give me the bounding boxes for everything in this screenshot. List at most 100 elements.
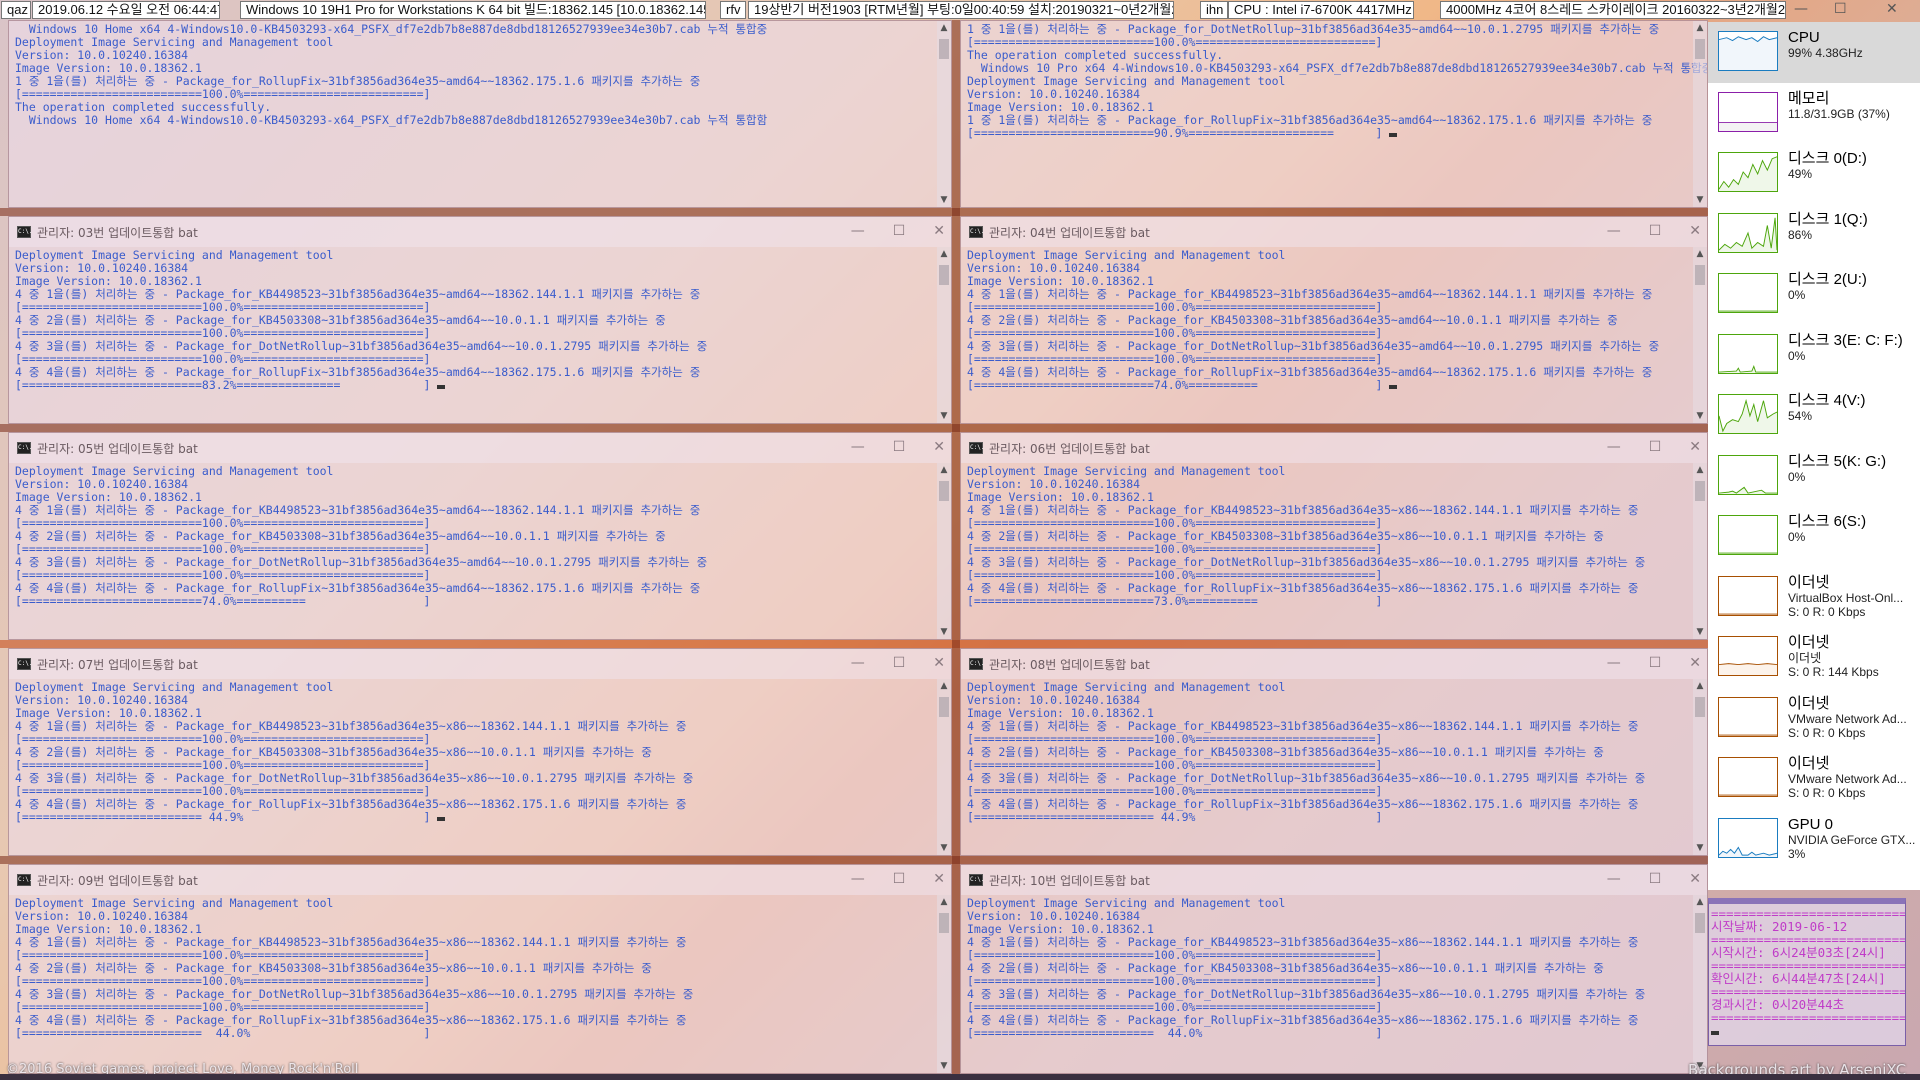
console-titlebar[interactable]: C:\. 관리자: 05번 업데이트통합 bat — ☐ ✕ — [9, 433, 951, 463]
console-line: [========================== 44.9% ] — [967, 810, 1383, 824]
vertical-scrollbar[interactable]: ▲ ▼ — [1693, 895, 1707, 1073]
minimize-button[interactable]: — — [851, 223, 865, 239]
console-titlebar[interactable]: C:\. 관리자: 03번 업데이트통합 bat — ☐ ✕ — [9, 217, 951, 247]
close-button[interactable]: ✕ — [933, 439, 945, 455]
close-button[interactable]: ✕ — [1689, 439, 1701, 455]
scroll-up-arrow-icon[interactable]: ▲ — [1693, 897, 1707, 907]
scroll-down-arrow-icon[interactable]: ▼ — [1693, 195, 1707, 205]
vertical-scrollbar[interactable]: ▲ ▼ — [937, 679, 951, 855]
scrollbar-thumb[interactable] — [939, 697, 949, 717]
maximize-button[interactable]: ☐ — [1649, 871, 1662, 887]
close-button[interactable]: ✕ — [1689, 655, 1701, 671]
scroll-down-arrow-icon[interactable]: ▼ — [937, 627, 951, 637]
console-titlebar[interactable]: C:\. 관리자: 07번 업데이트통합 bat — ☐ ✕ — [9, 649, 951, 679]
maximize-button[interactable]: ☐ — [1649, 439, 1662, 455]
perf-item[interactable]: 이더넷 VMware Network Ad... S: 0 R: 0 Kbps — [1708, 688, 1920, 749]
console-window[interactable]: C:\. 관리자: 07번 업데이트통합 bat — ☐ ✕ Deploymen… — [8, 648, 952, 856]
vertical-scrollbar[interactable]: ▲ ▼ — [1693, 21, 1707, 207]
scroll-up-arrow-icon[interactable]: ▲ — [1693, 465, 1707, 475]
console-window[interactable]: C:\. 관리자: 04번 업데이트통합 bat — ☐ ✕ Deploymen… — [960, 216, 1708, 424]
perf-item[interactable]: 디스크 5(K: G:) 0% — [1708, 446, 1920, 507]
scrollbar-thumb[interactable] — [939, 481, 949, 501]
vertical-scrollbar[interactable]: ▲ ▼ — [1693, 463, 1707, 639]
maximize-button[interactable]: ☐ — [1649, 223, 1662, 239]
console-window[interactable]: Windows 10 Home x64 4-Windows10.0-KB4503… — [8, 20, 952, 208]
console-window[interactable]: C:\. 관리자: 03번 업데이트통합 bat — ☐ ✕ Deploymen… — [8, 216, 952, 424]
scroll-up-arrow-icon[interactable]: ▲ — [1693, 681, 1707, 691]
console-window[interactable]: C:\. 관리자: 05번 업데이트통합 bat — ☐ ✕ Deploymen… — [8, 432, 952, 640]
vertical-scrollbar[interactable]: ▲ ▼ — [1693, 247, 1707, 423]
perf-item[interactable]: 디스크 1(Q:) 86% — [1708, 204, 1920, 265]
scrollbar-thumb[interactable] — [1695, 913, 1705, 933]
usage-graph — [1718, 31, 1778, 71]
perf-item[interactable]: 디스크 6(S:) 0% — [1708, 506, 1920, 567]
console-titlebar[interactable]: C:\. 관리자: 10번 업데이트통합 bat — ☐ ✕ — [961, 865, 1707, 895]
scrollbar-thumb[interactable] — [1695, 697, 1705, 717]
minimize-button[interactable]: — — [1607, 223, 1621, 239]
scroll-up-arrow-icon[interactable]: ▲ — [1693, 249, 1707, 259]
maximize-button[interactable]: ☐ — [893, 871, 906, 887]
close-button[interactable]: ✕ — [933, 871, 945, 887]
console-window[interactable]: C:\. 관리자: 09번 업데이트통합 bat — ☐ ✕ Deploymen… — [8, 864, 952, 1074]
scroll-up-arrow-icon[interactable]: ▲ — [937, 249, 951, 259]
scroll-up-arrow-icon[interactable]: ▲ — [937, 897, 951, 907]
scroll-down-arrow-icon[interactable]: ▼ — [937, 195, 951, 205]
console-window[interactable]: C:\. 관리자: 10번 업데이트통합 bat — ☐ ✕ Deploymen… — [960, 864, 1708, 1074]
close-button[interactable]: ✕ — [933, 655, 945, 671]
maximize-button[interactable]: ☐ — [893, 655, 906, 671]
console-titlebar[interactable]: C:\. 관리자: 09번 업데이트통합 bat — ☐ ✕ — [9, 865, 951, 895]
minimize-button[interactable]: — — [1607, 655, 1621, 671]
console-window[interactable]: C:\. 관리자: 08번 업데이트통합 bat — ☐ ✕ Deploymen… — [960, 648, 1708, 856]
perf-item[interactable]: 이더넷 이더넷 S: 0 R: 144 Kbps — [1708, 627, 1920, 688]
scroll-up-arrow-icon[interactable]: ▲ — [937, 681, 951, 691]
perf-item[interactable]: 이더넷 VirtualBox Host-Onl... S: 0 R: 0 Kbp… — [1708, 567, 1920, 628]
scroll-down-arrow-icon[interactable]: ▼ — [1693, 843, 1707, 853]
minimize-button[interactable]: — — [1607, 439, 1621, 455]
perf-item[interactable]: 디스크 2(U:) 0% — [1708, 264, 1920, 325]
scroll-down-arrow-icon[interactable]: ▼ — [1693, 627, 1707, 637]
vertical-scrollbar[interactable]: ▲ ▼ — [937, 463, 951, 639]
maximize-button[interactable]: ☐ — [893, 223, 906, 239]
console-titlebar[interactable]: C:\. 관리자: 08번 업데이트통합 bat — ☐ ✕ — [961, 649, 1707, 679]
vertical-scrollbar[interactable]: ▲ ▼ — [937, 247, 951, 423]
perf-item[interactable]: 디스크 0(D:) 49% — [1708, 143, 1920, 204]
console-window[interactable]: C:\. 관리자: 06번 업데이트통합 bat — ☐ ✕ Deploymen… — [960, 432, 1708, 640]
scroll-up-arrow-icon[interactable]: ▲ — [937, 23, 951, 33]
maximize-button[interactable]: ☐ — [893, 439, 906, 455]
console-titlebar[interactable]: C:\. 관리자: 06번 업데이트통합 bat — ☐ ✕ — [961, 433, 1707, 463]
minimize-button[interactable]: — — [1607, 871, 1621, 887]
scroll-down-arrow-icon[interactable]: ▼ — [937, 1061, 951, 1071]
minimize-button[interactable]: — — [851, 871, 865, 887]
scrollbar-thumb[interactable] — [1695, 481, 1705, 501]
minimize-button[interactable]: — — [851, 655, 865, 671]
perf-item[interactable]: 메모리 11.8/31.9GB (37%) — [1708, 83, 1920, 144]
scrollbar-thumb[interactable] — [1695, 265, 1705, 285]
scrollbar-thumb[interactable] — [939, 265, 949, 285]
scroll-down-arrow-icon[interactable]: ▼ — [937, 843, 951, 853]
scrollbar-thumb[interactable] — [1695, 39, 1705, 59]
close-button[interactable]: ✕ — [1886, 1, 1898, 17]
minimize-button[interactable]: — — [851, 439, 865, 455]
scroll-up-arrow-icon[interactable]: ▲ — [1693, 23, 1707, 33]
perf-item[interactable]: 이더넷 VMware Network Ad... S: 0 R: 0 Kbps — [1708, 748, 1920, 809]
scrollbar-thumb[interactable] — [939, 39, 949, 59]
vertical-scrollbar[interactable]: ▲ ▼ — [937, 895, 951, 1073]
scrollbar-thumb[interactable] — [939, 913, 949, 933]
console-titlebar[interactable]: C:\. 관리자: 04번 업데이트통합 bat — ☐ ✕ — [961, 217, 1707, 247]
perf-item[interactable]: 디스크 3(E: C: F:) 0% — [1708, 325, 1920, 386]
perf-item[interactable]: 디스크 4(V:) 54% — [1708, 385, 1920, 446]
console-window[interactable]: 1 중 1을(를) 처리하는 중 - Package_for_DotNetRol… — [960, 20, 1708, 208]
close-button[interactable]: ✕ — [1689, 223, 1701, 239]
maximize-button[interactable]: ☐ — [1649, 655, 1662, 671]
scroll-down-arrow-icon[interactable]: ▼ — [1693, 411, 1707, 421]
vertical-scrollbar[interactable]: ▲ ▼ — [1693, 679, 1707, 855]
perf-item[interactable]: GPU 0 NVIDIA GeForce GTX... 3% — [1708, 809, 1920, 870]
scroll-down-arrow-icon[interactable]: ▼ — [937, 411, 951, 421]
vertical-scrollbar[interactable]: ▲ ▼ — [937, 21, 951, 207]
scroll-up-arrow-icon[interactable]: ▲ — [937, 465, 951, 475]
close-button[interactable]: ✕ — [933, 223, 945, 239]
maximize-button[interactable]: ☐ — [1834, 1, 1847, 17]
close-button[interactable]: ✕ — [1689, 871, 1701, 887]
perf-item[interactable]: CPU 99% 4.38GHz — [1708, 22, 1920, 83]
minimize-button[interactable]: — — [1794, 1, 1808, 17]
